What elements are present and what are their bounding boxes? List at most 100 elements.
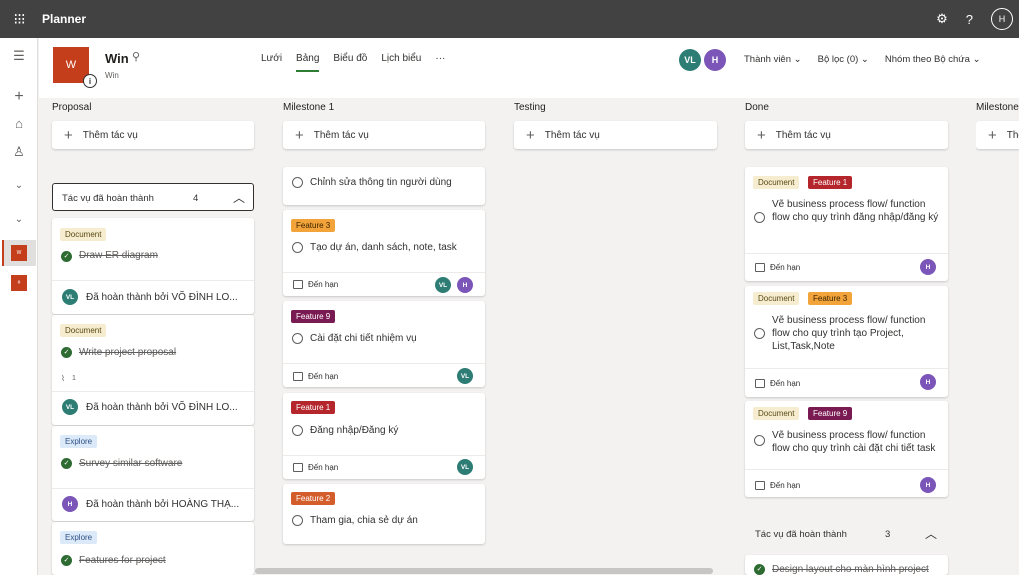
due-date: Đến hạn <box>755 379 800 388</box>
tab-charts[interactable]: Biểu đồ <box>333 53 367 72</box>
task-label: Explore <box>60 435 98 448</box>
plus-icon[interactable]: + <box>0 88 38 106</box>
completed-check-icon[interactable]: ✓ <box>61 251 72 262</box>
calendar-icon <box>755 481 765 490</box>
chevron-up-icon: ︿ <box>233 191 246 205</box>
account-avatar[interactable]: H <box>991 8 1013 30</box>
plan-shortcut[interactable]: W <box>11 245 27 261</box>
top-bar: ⁝⁝⁝ Planner ⚙ ? H <box>0 0 1019 38</box>
chevron-down-icon[interactable]: ⌄ <box>0 180 38 191</box>
task-label: Document <box>60 324 107 337</box>
plus-icon: + <box>64 126 73 144</box>
add-task-button[interactable]: +Thêm tác vụ <box>514 121 717 149</box>
pin-icon[interactable]: ⚲ <box>132 50 140 63</box>
completed-tasks-toggle[interactable]: Tác vụ đã hoàn thành 4 ︿ <box>52 183 254 211</box>
tab-grid[interactable]: Lưới <box>261 53 282 72</box>
task-card[interactable]: Document ✓ Write project proposal ⌇ 1 VL… <box>52 315 254 425</box>
task-label: Feature 1 <box>808 176 853 189</box>
completed-count: 3 <box>885 529 891 540</box>
tab-schedule[interactable]: Lịch biểu <box>381 53 421 72</box>
more-tabs-button[interactable]: ··· <box>435 53 445 72</box>
complete-task-checkbox[interactable] <box>754 328 765 339</box>
waffle-icon[interactable]: ⁝⁝⁝ <box>0 0 38 38</box>
add-task-button[interactable]: +Thêm tác vụ <box>745 121 948 149</box>
complete-task-checkbox[interactable] <box>292 515 303 526</box>
complete-task-checkbox[interactable] <box>292 177 303 188</box>
add-task-button[interactable]: +Thêm tác vụ <box>283 121 485 149</box>
avatar[interactable]: H <box>704 49 726 71</box>
group-by-dropdown[interactable]: Nhóm theo Bộ chứa ⌄ <box>885 54 981 65</box>
home-icon[interactable]: ⌂ <box>0 116 38 131</box>
completed-check-icon[interactable]: ✓ <box>61 555 72 566</box>
chevron-down-icon: ⌄ <box>860 54 869 65</box>
complete-task-checkbox[interactable] <box>754 435 765 446</box>
completed-by: Đã hoàn thành bởi HOÀNG THẠ... <box>86 499 240 510</box>
avatar: VL <box>62 399 78 415</box>
complete-task-checkbox[interactable] <box>292 242 303 253</box>
due-date: Đến hạn <box>755 263 800 272</box>
task-label: Document <box>753 292 800 305</box>
avatar[interactable]: VL <box>435 277 451 293</box>
chevron-down-icon[interactable]: ⌄ <box>0 214 38 225</box>
divider <box>52 280 254 281</box>
bucket-title-milestone-2[interactable]: Milestone 2 <box>976 102 1019 113</box>
avatar[interactable]: H <box>920 259 936 275</box>
avatar: VL <box>62 289 78 305</box>
horizontal-scrollbar[interactable] <box>255 568 713 574</box>
task-card[interactable]: Explore ✓ Features for project <box>52 522 254 575</box>
bucket-title-proposal[interactable]: Proposal <box>52 102 91 113</box>
task-card[interactable]: Document Feature 9 Vẽ business process f… <box>745 401 948 497</box>
completed-check-icon[interactable]: ✓ <box>61 347 72 358</box>
complete-task-checkbox[interactable] <box>292 333 303 344</box>
completed-check-icon[interactable]: ✓ <box>754 564 765 575</box>
avatar[interactable]: VL <box>457 368 473 384</box>
member-avatars: VL H <box>679 49 726 71</box>
plan-shortcut[interactable]: # <box>11 275 27 291</box>
task-card[interactable]: Feature 1 Đăng nhập/Đăng ký Đến hạn VL <box>283 393 485 479</box>
avatar[interactable]: H <box>457 277 473 293</box>
task-card[interactable]: Feature 9 Cài đặt chi tiết nhiệm vụ Đến … <box>283 301 485 387</box>
left-rail: ☰ + ⌂ ♙ ⌄ ⌄ W # <box>0 38 38 575</box>
completed-tasks-toggle[interactable]: Tác vụ đã hoàn thành 3 ︿ <box>745 520 948 548</box>
add-task-button[interactable]: +Thêm tác vụ <box>52 121 254 149</box>
calendar-icon <box>755 379 765 388</box>
bucket-title-testing[interactable]: Testing <box>514 102 546 113</box>
avatar[interactable]: H <box>920 477 936 493</box>
task-card[interactable]: Feature 3 Tạo dự án, danh sách, note, ta… <box>283 210 485 296</box>
complete-task-checkbox[interactable] <box>754 212 765 223</box>
app-name[interactable]: Planner <box>42 12 86 26</box>
task-title: Vẽ business process flow/ function flow … <box>772 199 939 223</box>
avatar[interactable]: H <box>920 374 936 390</box>
divider <box>52 391 254 392</box>
task-title: Tạo dự án, danh sách, note, task <box>310 242 457 253</box>
info-icon[interactable]: i <box>83 74 97 88</box>
task-card[interactable]: Document Feature 1 Vẽ business process f… <box>745 167 948 281</box>
bucket-title-done[interactable]: Done <box>745 102 769 113</box>
task-card[interactable]: Chỉnh sửa thông tin người dùng <box>283 167 485 205</box>
task-title: Chỉnh sửa thông tin người dùng <box>310 177 452 188</box>
chevron-down-icon: ⌄ <box>972 54 981 65</box>
filter-dropdown[interactable]: Bộ lọc (0) ⌄ <box>818 54 869 65</box>
task-card[interactable]: Explore ✓ Survey similar software H Đã h… <box>52 426 254 521</box>
avatar: H <box>62 496 78 512</box>
filter-bar: Thành viên ⌄ Bộ lọc (0) ⌄ Nhóm theo Bộ c… <box>744 54 981 65</box>
avatar[interactable]: VL <box>457 459 473 475</box>
task-card[interactable]: Document Feature 3 Vẽ business process f… <box>745 286 948 397</box>
task-card[interactable]: Feature 2 Tham gia, chia sẻ dự án <box>283 484 485 544</box>
gear-icon[interactable]: ⚙ <box>936 11 948 27</box>
members-dropdown[interactable]: Thành viên ⌄ <box>744 54 802 65</box>
bucket-title-milestone-1[interactable]: Milestone 1 <box>283 102 334 113</box>
avatar[interactable]: VL <box>679 49 701 71</box>
complete-task-checkbox[interactable] <box>292 425 303 436</box>
hamburger-icon[interactable]: ☰ <box>0 48 38 64</box>
question-icon[interactable]: ? <box>966 12 973 27</box>
tab-board[interactable]: Bảng <box>296 53 320 72</box>
due-date: Đến hạn <box>293 372 338 381</box>
completed-check-icon[interactable]: ✓ <box>61 458 72 469</box>
person-icon[interactable]: ♙ <box>0 144 38 160</box>
task-card[interactable]: Document ✓ Draw ER diagram VL Đã hoàn th… <box>52 218 254 314</box>
add-task-button[interactable]: +Thêm tác vụ <box>976 121 1019 149</box>
calendar-icon <box>755 263 765 272</box>
task-card[interactable]: ✓ Design layout cho màn hình project <box>745 555 948 575</box>
attachment-icon: ⌇ <box>61 374 65 383</box>
